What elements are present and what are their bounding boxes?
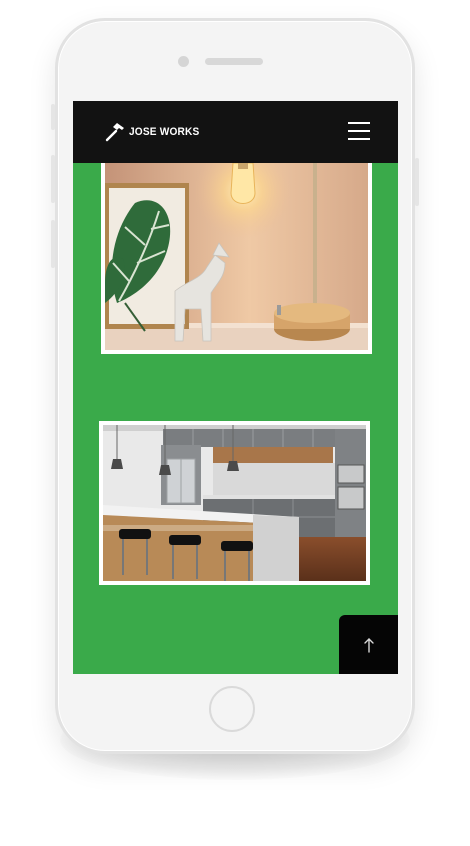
hammer-icon <box>105 123 124 142</box>
menu-line <box>348 138 370 140</box>
scroll-to-top-button[interactable] <box>339 615 398 674</box>
menu-line <box>348 130 370 132</box>
lamp-scene-image <box>105 163 368 350</box>
lamp-scene-svg <box>105 163 368 350</box>
hamburger-menu-icon[interactable] <box>348 122 370 142</box>
brand-name: JOSE WORKS <box>129 126 200 138</box>
phone-screen: JOSE WORKS <box>73 101 398 674</box>
gallery-photo-kitchen[interactable] <box>99 421 370 585</box>
phone-side-button-mute <box>51 104 55 130</box>
home-button[interactable] <box>209 686 255 732</box>
arrow-up-icon <box>363 638 374 653</box>
kitchen-scene-svg <box>103 425 366 581</box>
phone-side-button-volume-up <box>51 155 55 203</box>
gallery-photo-lamp[interactable] <box>101 159 372 354</box>
menu-line <box>348 122 370 124</box>
brand-logo[interactable]: JOSE WORKS <box>105 122 206 142</box>
phone-side-button-volume-down <box>51 220 55 268</box>
kitchen-scene-image <box>103 425 366 581</box>
front-camera <box>178 56 189 67</box>
phone-side-button-power <box>415 158 419 206</box>
earpiece-speaker <box>205 58 263 65</box>
top-navbar: JOSE WORKS <box>73 101 398 163</box>
